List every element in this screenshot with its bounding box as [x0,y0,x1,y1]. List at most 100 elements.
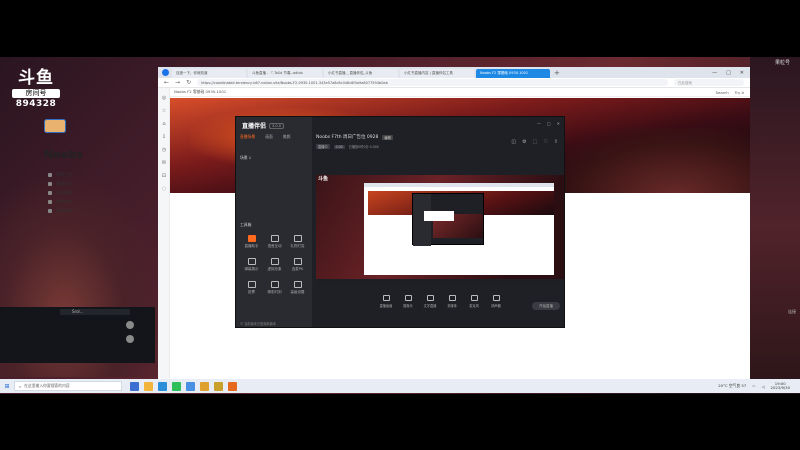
browser-tab[interactable]: 小红书直播内容 | 直播伴侣工具 [400,69,474,78]
tool-button[interactable]: 直播助手 [240,235,263,249]
volume-icon[interactable]: ◁ [762,384,765,389]
system-tray: 20°C 空气良 57 ◠ ◁ 19:00 2023/9/30 [718,381,800,391]
tool-button[interactable]: 高级设置 [286,281,309,295]
tool-icon [247,235,256,242]
tool-button[interactable]: 虚拟形象 [263,258,286,272]
back-icon[interactable]: ← [164,79,169,86]
windows-taskbar: ⊞ ⌕ 在这里输入你要搜索的内容 20°C 空气良 57 ◠ ◁ 19:00 2… [0,379,800,393]
tool-icon [247,258,256,265]
edge-icon[interactable] [158,381,167,391]
minimize-icon[interactable]: — [537,121,541,126]
tab-scene[interactable]: 直播场景 [240,134,255,140]
notion-search-link[interactable]: Search [716,90,729,95]
minimize-icon[interactable]: — [712,69,717,78]
tool-label: 礼物打赏 [290,244,305,248]
tool-button[interactable]: 弹幕展示 [240,258,263,272]
list-item[interactable]: 课程实践 [48,197,73,206]
weather-widget[interactable]: 20°C 空气良 57 [718,383,746,389]
tool-button[interactable]: 精彩时刻 [263,281,286,295]
source-label: 多媒体 [447,304,457,308]
scene-item[interactable]: 场景 1 [240,155,251,161]
app-icon[interactable] [214,381,223,391]
heart-icon[interactable]: ♡ [543,139,547,145]
source-button[interactable]: 扬声器 [486,295,506,308]
collections-icon[interactable]: ⊡ [158,173,170,179]
windows-start-icon[interactable]: ⊞ [0,383,14,390]
stream-preview[interactable]: 斗鱼 [316,175,564,285]
dock-circle-button[interactable] [126,321,134,329]
browser-search-box[interactable]: 在此搜索 [674,79,744,86]
reload-icon[interactable]: ↻ [186,79,191,86]
notion-page-breadcrumb[interactable]: Noobs F2 零基础 0930-1001 [174,89,226,95]
share-icon[interactable]: ⇪ [554,139,558,145]
source-controls: 直播画面 摄像头 文字直播 多媒体 麦克风 扬声器 [316,295,564,308]
wechat-icon[interactable] [172,381,181,391]
tool-button[interactable]: 投票 [240,281,263,295]
home-icon[interactable]: ⌂ [158,121,170,127]
tab-beauty[interactable]: 美颜 [283,134,291,140]
page-icon [48,208,52,213]
close-icon[interactable]: ✕ [740,69,744,78]
maximize-icon[interactable]: □ [547,121,551,126]
task-view-icon[interactable] [130,381,139,391]
list-item-label: 课程介绍 [56,171,73,177]
browser-tab[interactable]: 小红书直播 _ 直播伴侣_斗鱼 [324,69,398,78]
tab-picture[interactable]: 画面 [265,134,273,140]
side-tool-icon[interactable]: ◎ [158,95,170,101]
source-label: 直播画面 [379,304,393,308]
list-item[interactable]: 代码要素 [48,188,73,197]
preview-logo: 斗鱼 [318,176,329,182]
source-button[interactable]: 直播画面 [376,295,396,308]
clock[interactable]: 19:00 2023/9/30 [770,381,790,391]
app-left-tabs: 直播场景 画面 美颜 [240,134,290,140]
dock-circle-button[interactable] [126,335,134,343]
source-button[interactable]: 麦克风 [464,295,484,308]
url-field[interactable]: https://coordinated-tendency-b67.notion.… [197,79,668,86]
forward-icon[interactable]: → [175,79,180,86]
start-live-button[interactable]: 开始直播 [532,302,560,310]
tool-icon [293,235,302,242]
streaming-app-icon[interactable] [228,381,237,391]
maximize-icon[interactable]: □ [726,69,731,78]
edit-title-button[interactable]: 编辑 [382,134,393,140]
page-icon [48,199,52,204]
clock-date: 2023/9/30 [770,385,790,390]
list-item[interactable]: 基础知识 [48,179,73,188]
tool-button[interactable]: 礼物打赏 [286,235,309,249]
stream-value-badge: 0.00 [333,144,345,149]
source-button[interactable]: 文字直播 [420,295,440,308]
tool-button[interactable]: 语音互动 [263,235,286,249]
browser-tab[interactable]: 斗鱼直播 - 「-ToSd 节奏--adlob [248,69,322,78]
extensions-icon[interactable]: ◌ [158,186,170,192]
streaming-app-window: 直播伴侣 3.0.0 直播场景 画面 美颜 场景 1 工具箱 直播助手 语音互动… [235,116,565,328]
list-item-label: 代码要素 [56,189,73,195]
download-icon[interactable]: ⇩ [158,134,170,140]
top-right-user: 果粒号 [774,60,790,66]
list-item[interactable]: 课程介绍 [48,170,73,179]
page-list: 课程介绍 基础知识 代码要素 课程实践 往期课程 [48,170,73,215]
favorites-icon[interactable]: ☆ [158,108,170,114]
tool-button[interactable]: 连麦PK [286,258,309,272]
window-icon[interactable]: ⬚ [533,139,538,145]
notion-page-icon [44,119,66,133]
history-icon[interactable]: ◷ [158,147,170,153]
app-icon[interactable] [200,381,209,391]
taskbar-search[interactable]: ⌕ 在这里输入你要搜索的内容 [14,381,122,391]
source-button[interactable]: 摄像头 [398,295,418,308]
file-explorer-icon[interactable] [144,381,153,391]
source-button[interactable]: 多媒体 [442,295,462,308]
browser-tab-active[interactable]: Noobs F2 零基础 0930-1001 [476,69,550,78]
mail-app-icon[interactable] [186,381,195,391]
layout-icon[interactable]: ◫ [511,139,516,145]
room-number: 894328 [15,99,57,109]
notion-try-link[interactable]: Try it [735,90,744,95]
browser-tab[interactable]: 百度一下，你就知道 [172,69,246,78]
new-tab-button[interactable]: + [554,69,560,78]
close-icon[interactable]: ✕ [557,121,560,126]
network-icon[interactable]: ◠ [752,384,755,389]
list-item[interactable]: 往期课程 [48,206,73,215]
gear-icon[interactable]: ⚙ [522,139,526,145]
mail-icon[interactable]: ✉ [158,160,170,166]
tool-label: 语音互动 [267,244,282,248]
list-item-label: 往期课程 [56,207,73,213]
